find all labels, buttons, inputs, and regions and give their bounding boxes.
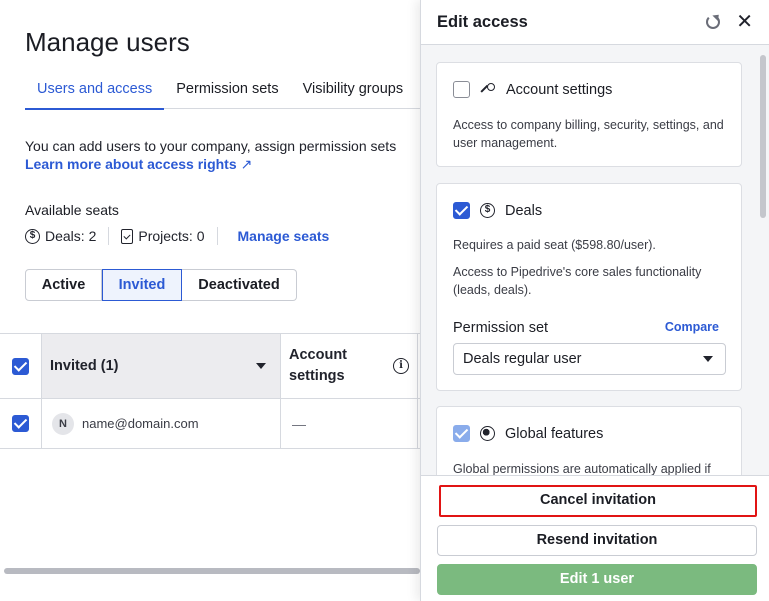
deals-header: $ Deals [453, 202, 542, 219]
edit-access-drawer: Edit access ✕ Account settings Access to… [420, 0, 769, 601]
seats-row: $ Deals: 2 Projects: 0 Manage seats [25, 226, 329, 246]
close-icon[interactable]: ✕ [736, 12, 753, 32]
deals-desc: Access to Pipedrive's core sales functio… [453, 265, 702, 297]
drawer-footer: Cancel invitation Resend invitation Edit… [421, 475, 769, 601]
drawer-header-actions: ✕ [706, 12, 753, 32]
invited-column-header[interactable]: Invited (1) [42, 334, 281, 398]
deals-checkbox[interactable] [453, 202, 470, 219]
deals-seats: $ Deals: 2 [25, 228, 96, 244]
divider [216, 227, 218, 245]
drawer-body: Account settings Access to company billi… [421, 45, 760, 475]
projects-seats-label: Projects: 0 [138, 228, 205, 244]
available-seats-title: Available seats [25, 202, 119, 218]
account-settings-checkbox[interactable] [453, 81, 470, 98]
info-icon[interactable]: i [393, 358, 409, 374]
status-filter: Active Invited Deactivated [25, 269, 297, 301]
global-features-title: Global features [505, 425, 604, 442]
tab-permission-sets[interactable]: Permission sets [164, 79, 290, 109]
permission-set-label: Permission set [453, 320, 549, 336]
learn-more-label: Learn more about access rights [25, 156, 237, 172]
manage-users-page: Manage users Users and access Permission… [0, 0, 420, 601]
permission-set-select[interactable]: Deals regular user [453, 343, 726, 375]
deals-price: Requires a paid seat ($598.80/user). [453, 238, 656, 252]
table-row[interactable]: N name@domain.com — [0, 399, 420, 449]
users-table: Invited (1) Account settings i N name@do… [0, 333, 420, 449]
edit-user-button[interactable]: Edit 1 user [437, 564, 757, 595]
learn-more-link[interactable]: Learn more about access rights ↗ [25, 156, 252, 173]
account-settings-title: Account settings [506, 81, 613, 98]
deals-title: Deals [505, 202, 543, 219]
global-features-checkbox [453, 425, 470, 442]
key-icon [480, 82, 496, 98]
table-header: Invited (1) Account settings i [0, 333, 420, 399]
account-settings-column-header: Account settings i [281, 334, 418, 398]
drawer-header: Edit access ✕ [421, 0, 769, 45]
account-settings-column-label: Account settings [289, 347, 347, 384]
filter-deactivated-button[interactable]: Deactivated [182, 269, 297, 301]
external-link-icon: ↗ [240, 156, 253, 172]
avatar: N [52, 412, 74, 435]
manage-seats-link[interactable]: Manage seats [238, 228, 330, 244]
deals-card: $ Deals Requires a paid seat ($598.80/us… [436, 183, 742, 391]
resend-invitation-button[interactable]: Resend invitation [437, 525, 757, 556]
page-title: Manage users [25, 27, 190, 57]
intro-text: You can add users to your company, assig… [25, 138, 397, 154]
global-features-header: Global features [453, 425, 603, 442]
filter-active-button[interactable]: Active [25, 269, 102, 301]
dollar-icon: $ [25, 228, 40, 244]
clipboard-check-icon [121, 228, 134, 244]
cancel-invitation-button[interactable]: Cancel invitation [439, 485, 757, 517]
drawer-title: Edit access [437, 12, 528, 31]
horizontal-scrollbar[interactable] [4, 568, 420, 574]
invited-column-label: Invited (1) [50, 358, 119, 374]
filter-invited-button[interactable]: Invited [102, 269, 182, 301]
projects-seats: Projects: 0 [121, 228, 205, 244]
divider [108, 227, 110, 245]
account-settings-header: Account settings [453, 81, 612, 98]
dollar-icon: $ [480, 203, 495, 218]
select-all-checkbox[interactable] [12, 357, 29, 375]
refresh-icon[interactable] [706, 15, 721, 29]
globe-icon [480, 426, 495, 441]
account-settings-card: Account settings Access to company billi… [436, 62, 742, 167]
permission-set-value: Deals regular user [463, 351, 582, 367]
account-settings-desc: Access to company billing, security, set… [453, 118, 724, 150]
account-settings-cell: — [281, 399, 418, 448]
chevron-down-icon [703, 356, 713, 362]
user-email: name@domain.com [82, 416, 199, 431]
vertical-scrollbar[interactable] [760, 55, 766, 218]
global-features-card: Global features Global permissions are a… [436, 406, 742, 475]
compare-link[interactable]: Compare [665, 320, 719, 334]
global-features-desc: Global permissions are automatically app… [453, 462, 711, 475]
user-cell: N name@domain.com [42, 399, 281, 448]
row-select-cell [0, 399, 42, 448]
tab-bar: Users and access Permission sets Visibil… [25, 79, 420, 110]
row-checkbox[interactable] [12, 415, 29, 432]
deals-seats-label: Deals: 2 [45, 228, 97, 244]
tab-visibility-groups[interactable]: Visibility groups [291, 79, 415, 109]
select-all-cell [0, 334, 42, 398]
sort-caret-icon[interactable] [256, 363, 266, 369]
tab-users-and-access[interactable]: Users and access [25, 79, 165, 110]
